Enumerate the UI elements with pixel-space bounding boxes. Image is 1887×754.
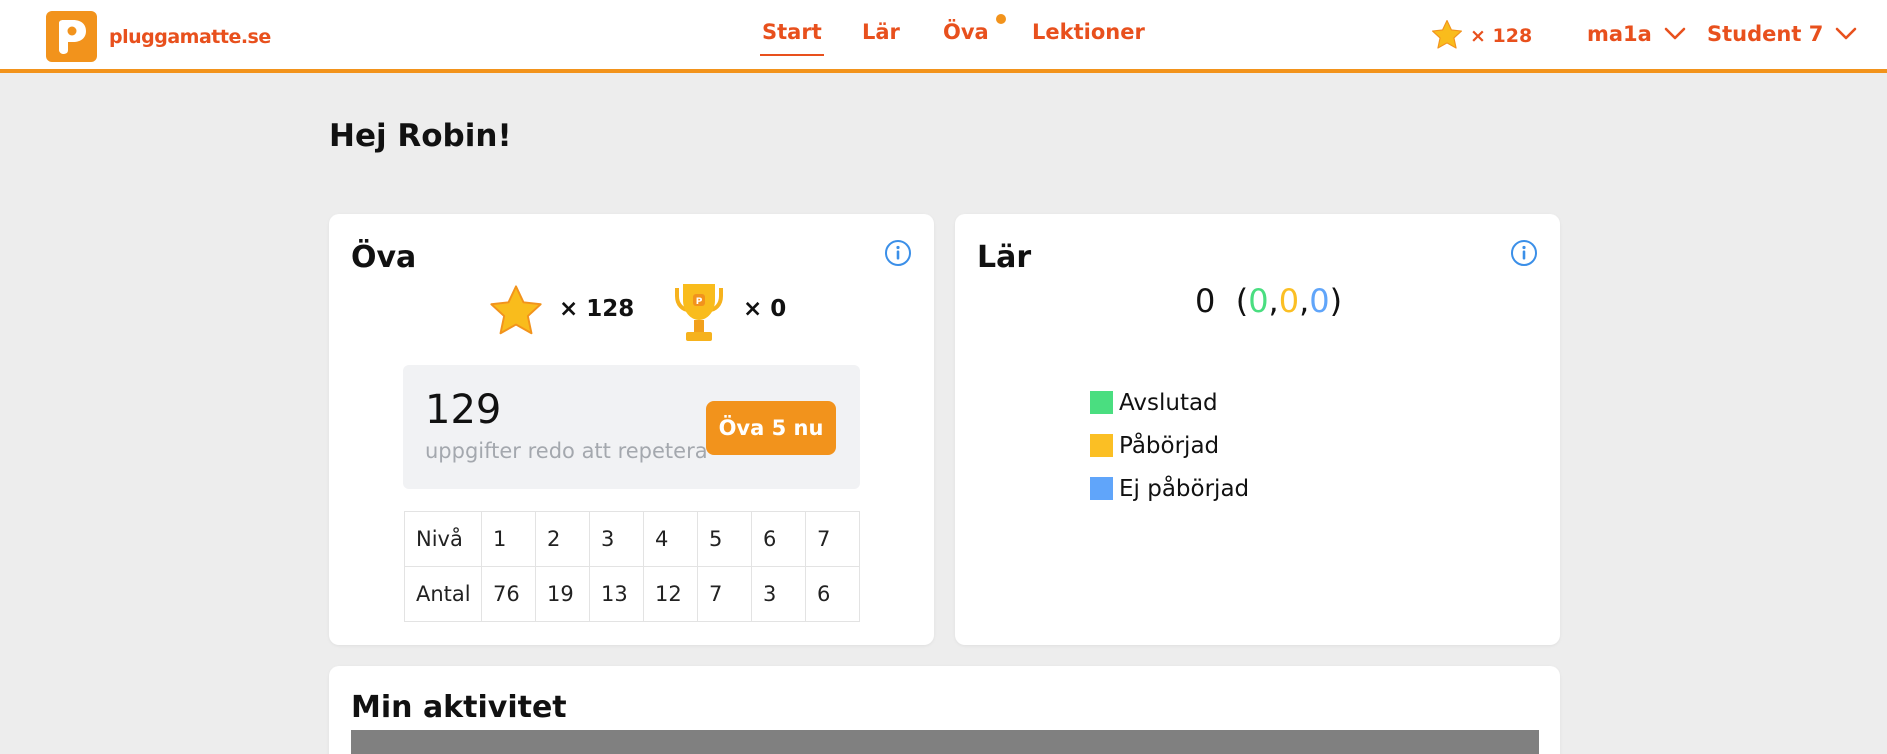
table-header-cell: Antal bbox=[404, 566, 482, 622]
legend-swatch bbox=[1090, 477, 1113, 500]
activity-card: Min aktivitet bbox=[329, 666, 1560, 754]
nav-ova[interactable]: Öva bbox=[943, 20, 989, 44]
lar-not-started: 0 bbox=[1309, 282, 1330, 320]
star-icon bbox=[1430, 18, 1464, 56]
table-cell: 1 bbox=[481, 511, 536, 567]
table-cell: 7 bbox=[697, 566, 752, 622]
practice-button[interactable]: Öva 5 nu bbox=[706, 401, 836, 455]
svg-text:P: P bbox=[696, 297, 703, 307]
table-row: Antal 76 19 13 12 7 3 6 bbox=[404, 566, 860, 622]
greeting: Hej Robin! bbox=[329, 118, 512, 154]
table-cell: 7 bbox=[805, 511, 860, 567]
card-title: Min aktivitet bbox=[351, 690, 567, 725]
star-icon bbox=[487, 282, 545, 344]
table-cell: 6 bbox=[805, 566, 860, 622]
lar-started: 0 bbox=[1278, 282, 1300, 320]
user-menu[interactable]: Student 7 bbox=[1707, 22, 1857, 46]
legend-item: Påbörjad bbox=[1090, 424, 1249, 467]
legend-swatch bbox=[1090, 434, 1113, 457]
table-cell: 13 bbox=[589, 566, 644, 622]
info-icon[interactable] bbox=[884, 239, 912, 271]
repeat-box: 129 uppgifter redo att repetera Öva 5 nu bbox=[403, 365, 860, 489]
lar-summary: 0 (0,0,0) bbox=[1195, 282, 1342, 320]
table-cell: 3 bbox=[589, 511, 644, 567]
table-cell: 76 bbox=[481, 566, 536, 622]
info-icon[interactable] bbox=[1510, 239, 1538, 271]
course-selector[interactable]: ma1a bbox=[1587, 22, 1686, 46]
legend-item: Avslutad bbox=[1090, 381, 1249, 424]
table-cell: 5 bbox=[697, 511, 752, 567]
header-star-count: × 128 bbox=[1470, 25, 1533, 47]
notification-dot bbox=[996, 14, 1006, 24]
nav-lektioner[interactable]: Lektioner bbox=[1032, 20, 1145, 44]
logo[interactable]: pluggamatte.se bbox=[46, 11, 271, 62]
table-cell: 4 bbox=[643, 511, 698, 567]
ova-card: Öva × 128 P × 0 129 uppgifter redo att r… bbox=[329, 214, 934, 645]
course-label: ma1a bbox=[1587, 22, 1652, 46]
nav-start[interactable]: Start bbox=[760, 20, 824, 56]
table-header-cell: Nivå bbox=[404, 511, 482, 567]
separator: , bbox=[1268, 282, 1279, 320]
lar-card: Lär 0 (0,0,0) Avslutad Påbörjad Ej påbör… bbox=[955, 214, 1560, 645]
legend-item: Ej påbörjad bbox=[1090, 467, 1249, 510]
legend-label: Ej påbörjad bbox=[1119, 475, 1250, 502]
chevron-down-icon bbox=[1836, 27, 1857, 40]
legend-swatch bbox=[1090, 391, 1113, 414]
separator: , bbox=[1299, 282, 1310, 320]
card-title: Lär bbox=[977, 240, 1032, 275]
logo-text: pluggamatte.se bbox=[109, 25, 271, 48]
logo-icon bbox=[46, 11, 97, 62]
nav-lar[interactable]: Lär bbox=[862, 20, 900, 44]
table-cell: 12 bbox=[643, 566, 698, 622]
paren-close: ) bbox=[1329, 282, 1343, 320]
table-cell: 19 bbox=[535, 566, 590, 622]
chevron-down-icon bbox=[1664, 27, 1686, 40]
table-cell: 3 bbox=[751, 566, 806, 622]
legend-label: Avslutad bbox=[1119, 389, 1218, 416]
user-name: Student 7 bbox=[1707, 22, 1824, 46]
trophy-icon: P bbox=[669, 280, 729, 350]
legend: Avslutad Påbörjad Ej påbörjad bbox=[1090, 381, 1249, 510]
lar-total: 0 bbox=[1195, 282, 1216, 320]
lar-finished: 0 bbox=[1248, 282, 1269, 320]
table-cell: 2 bbox=[535, 511, 590, 567]
repeat-count: 129 bbox=[425, 387, 502, 433]
legend-label: Påbörjad bbox=[1119, 432, 1220, 459]
top-bar: pluggamatte.se Start Lär Öva Lektioner ×… bbox=[0, 0, 1887, 73]
table-cell: 6 bbox=[751, 511, 806, 567]
paren-open: ( bbox=[1225, 282, 1249, 320]
table-row: Nivå 1 2 3 4 5 6 7 bbox=[404, 511, 860, 567]
trophy-count: × 0 bbox=[743, 296, 787, 322]
card-title: Öva bbox=[351, 240, 417, 275]
repeat-label: uppgifter redo att repetera bbox=[425, 439, 708, 463]
star-count: × 128 bbox=[559, 296, 635, 322]
level-table: Nivå 1 2 3 4 5 6 7 Antal 76 19 13 12 7 3… bbox=[404, 511, 860, 622]
activity-chart-area bbox=[351, 730, 1539, 754]
